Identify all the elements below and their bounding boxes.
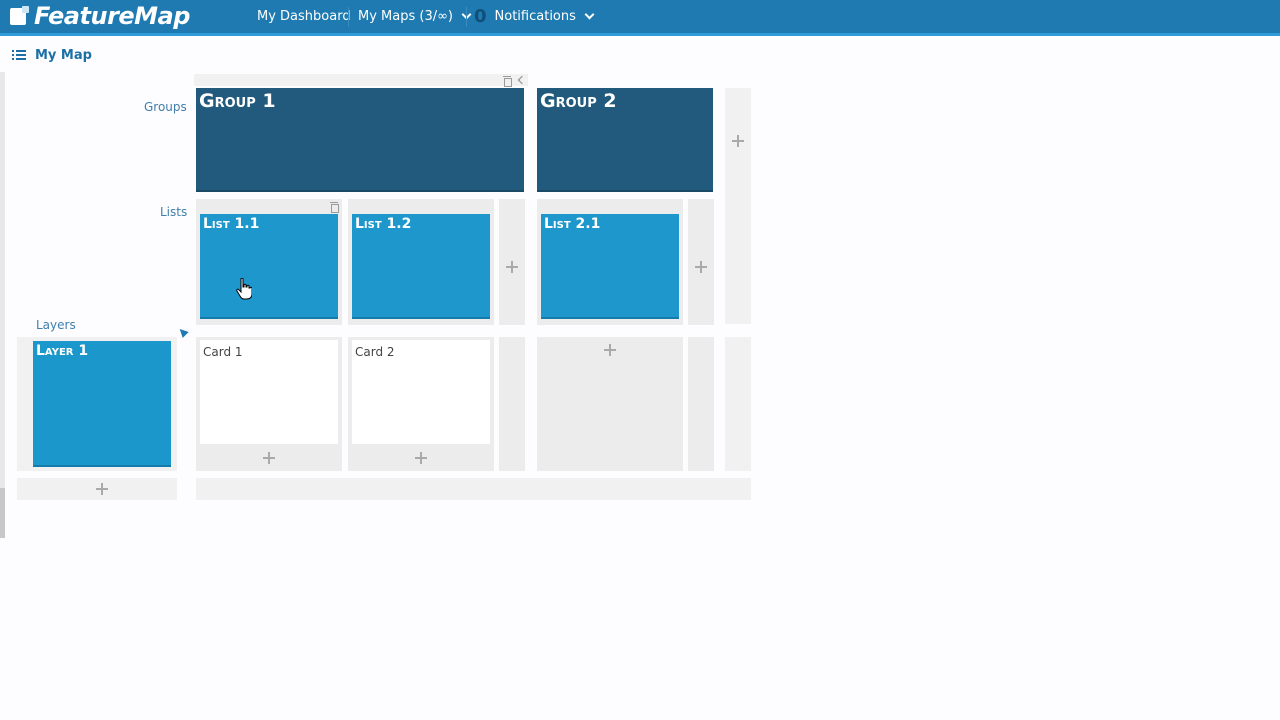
nav-my-maps-dropdown[interactable]: My Maps (3/∞)	[358, 0, 472, 33]
nav-notifications-dropdown[interactable]: 0 Notifications	[474, 0, 595, 33]
bottom-drop-zone	[196, 478, 751, 500]
list-card-1-2[interactable]: List 1.2	[352, 214, 490, 319]
left-scroll-thumb[interactable]	[0, 488, 5, 538]
feature-card-title: Card 2	[355, 345, 395, 359]
page-title: My Map	[12, 44, 92, 66]
empty-card-cell	[499, 337, 525, 471]
feature-card-2[interactable]: Card 2	[352, 340, 490, 444]
groups-row-label: Groups	[144, 100, 187, 114]
navbar-underline	[0, 33, 1280, 36]
left-scroll-rail	[0, 72, 5, 538]
add-card-plus-icon[interactable]	[263, 452, 275, 464]
add-group-plus-icon[interactable]	[732, 135, 744, 147]
add-list-plus-icon[interactable]	[695, 261, 707, 273]
list-card-1-1[interactable]: List 1.1	[200, 214, 338, 319]
nav-divider	[348, 7, 349, 27]
chevron-down-icon	[584, 9, 595, 20]
feature-card-1[interactable]: Card 1	[200, 340, 338, 444]
group-card-1[interactable]: Group 1	[196, 88, 524, 192]
hand-cursor-icon	[236, 278, 252, 300]
add-list-plus-icon[interactable]	[506, 261, 518, 273]
nav-divider	[466, 7, 467, 27]
card-cell-2-1[interactable]	[537, 337, 683, 471]
layer-card-title: Layer 1	[36, 343, 89, 359]
top-navbar	[0, 0, 1280, 33]
add-card-plus-icon[interactable]	[415, 452, 427, 464]
group-toolbar	[194, 74, 528, 86]
logo-icon	[10, 6, 30, 26]
nav-notifications-label: Notifications	[494, 9, 576, 24]
list-menu-icon[interactable]	[12, 50, 26, 60]
logo-text: FeatureMap	[34, 2, 190, 30]
nav-my-dashboard-label: My Dashboard	[257, 9, 351, 24]
nav-my-maps-label: My Maps (3/∞)	[358, 9, 454, 24]
trash-icon[interactable]	[503, 76, 512, 87]
list-card-title: List 1.1	[203, 216, 260, 232]
lists-row-label: Lists	[160, 205, 188, 219]
app-logo[interactable]: FeatureMap	[10, 2, 190, 30]
nav-my-dashboard[interactable]: My Dashboard	[257, 0, 351, 33]
group-card-title: Group 1	[199, 90, 276, 112]
empty-card-cell	[688, 337, 714, 471]
list-card-title: List 2.1	[544, 216, 601, 232]
empty-card-cell	[725, 337, 751, 471]
trash-icon[interactable]	[330, 202, 339, 213]
add-card-plus-icon[interactable]	[604, 344, 616, 356]
layers-row-label: Layers	[36, 318, 76, 332]
add-layer-plus-icon[interactable]	[96, 483, 108, 495]
group-card-2[interactable]: Group 2	[537, 88, 713, 192]
layer-card-1[interactable]: Layer 1	[33, 341, 171, 467]
group-card-title: Group 2	[540, 90, 617, 112]
list-card-title: List 1.2	[355, 216, 412, 232]
feature-card-title: Card 1	[203, 345, 243, 359]
page-title-text: My Map	[35, 47, 92, 63]
add-group-column[interactable]	[725, 88, 751, 324]
list-card-2-1[interactable]: List 2.1	[541, 214, 679, 319]
notifications-count-badge: 0	[474, 6, 487, 27]
